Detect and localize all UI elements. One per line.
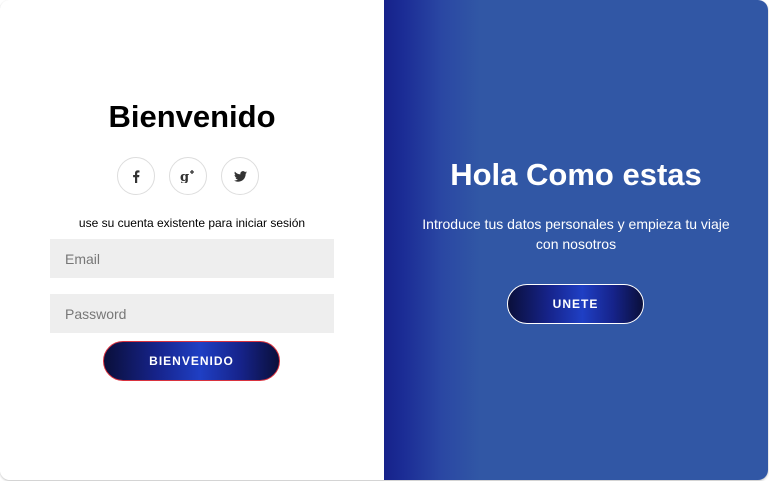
password-field[interactable]	[50, 294, 334, 333]
twitter-button[interactable]	[221, 157, 259, 195]
email-field[interactable]	[50, 239, 334, 278]
auth-card: Bienvenido g use su cuenta existente par…	[0, 0, 768, 480]
facebook-button[interactable]	[117, 157, 155, 195]
facebook-icon	[133, 169, 140, 183]
signin-title: Bienvenido	[108, 99, 276, 134]
google-plus-button[interactable]: g	[169, 157, 207, 195]
signin-button[interactable]: BIENVENIDO	[103, 341, 280, 381]
social-links: g	[117, 157, 259, 195]
signin-panel: Bienvenido g use su cuenta existente par…	[0, 0, 384, 480]
signin-hint: use su cuenta existente para iniciar ses…	[78, 216, 306, 230]
overlay-panel: Hola Como estas Introduce tus datos pers…	[384, 0, 768, 480]
svg-text:g: g	[180, 170, 189, 183]
overlay-title: Hola Como estas	[450, 157, 702, 192]
signup-button[interactable]: UNETE	[507, 284, 644, 324]
twitter-icon	[233, 170, 247, 182]
overlay-text: Introduce tus datos personales y empieza…	[422, 216, 730, 252]
google-plus-icon: g	[180, 170, 194, 183]
